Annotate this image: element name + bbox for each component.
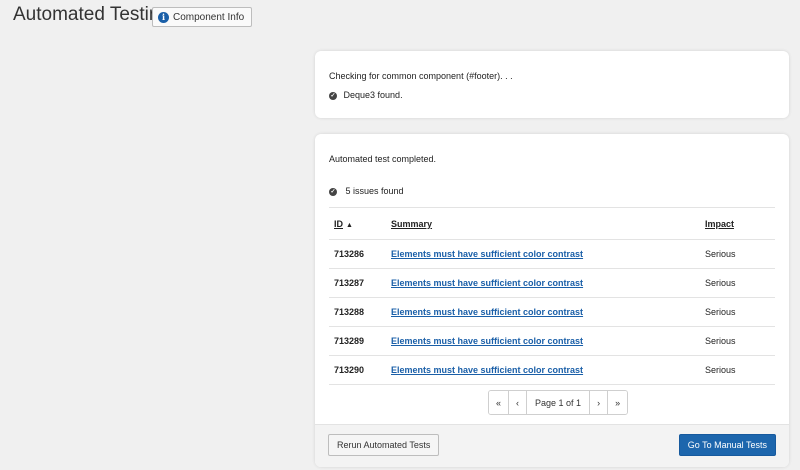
issue-id: 713286: [334, 249, 365, 259]
issue-impact: Serious: [705, 307, 736, 317]
issue-impact: Serious: [705, 365, 736, 375]
rerun-automated-tests-button[interactable]: Rerun Automated Tests: [328, 434, 440, 456]
id-column-label: ID: [334, 218, 343, 229]
issue-summary-link[interactable]: Elements must have sufficient color cont…: [391, 336, 583, 346]
page-indicator: Page 1 of 1: [527, 391, 591, 414]
issue-summary-link[interactable]: Elements must have sufficient color cont…: [391, 365, 583, 375]
issue-impact: Serious: [705, 336, 736, 346]
sort-ascending-icon: ▲: [346, 221, 353, 229]
first-page-button[interactable]: «: [489, 391, 510, 414]
issue-summary-link[interactable]: Elements must have sufficient color cont…: [391, 307, 583, 317]
component-check-card: Checking for common component (#footer).…: [315, 51, 789, 118]
issue-id: 713289: [334, 336, 365, 346]
component-check-result: ✓ Deque3 found.: [329, 90, 403, 100]
issues-table: ID ▲ Summary Impact 713286 Elements must …: [329, 207, 775, 385]
table-row: 713287 Elements must have sufficient col…: [329, 268, 775, 297]
component-check-message: Checking for common component (#footer).…: [329, 71, 513, 81]
table-header: ID ▲ Summary Impact: [329, 207, 775, 239]
info-icon: i: [158, 11, 169, 23]
table-row: 713288 Elements must have sufficient col…: [329, 297, 775, 326]
check-circle-icon: ✓: [329, 91, 337, 100]
issue-id: 713287: [334, 278, 365, 288]
issue-id: 713290: [334, 365, 365, 375]
component-check-result-text: Deque3 found.: [343, 90, 403, 100]
issue-summary-link[interactable]: Elements must have sufficient color cont…: [391, 278, 583, 288]
issue-id: 713288: [334, 307, 365, 317]
next-page-button[interactable]: ›: [590, 391, 609, 414]
component-info-label: Component Info: [173, 11, 245, 23]
issue-impact: Serious: [705, 278, 736, 288]
check-circle-icon: ✓: [329, 187, 337, 196]
results-message: Automated test completed.: [329, 154, 437, 164]
issues-count: 5 issues found: [345, 186, 404, 196]
page-title: Automated Testing: [13, 4, 171, 25]
component-info-button[interactable]: i Component Info: [152, 7, 253, 27]
summary-column-header[interactable]: Summary: [391, 219, 705, 229]
table-row: 713286 Elements must have sufficient col…: [329, 239, 775, 268]
table-row: 713290 Elements must have sufficient col…: [329, 355, 775, 385]
summary-column-label: Summary: [391, 218, 433, 229]
go-to-manual-tests-button[interactable]: Go To Manual Tests: [678, 434, 776, 456]
impact-column-label: Impact: [705, 218, 735, 229]
impact-column-header[interactable]: Impact: [705, 219, 775, 229]
issues-summary: ✓ 5 issues found: [329, 186, 404, 196]
issue-impact: Serious: [705, 249, 736, 259]
pagination: « ‹ Page 1 of 1 › »: [488, 390, 629, 415]
issue-summary-link[interactable]: Elements must have sufficient color cont…: [391, 249, 583, 259]
card-footer: Rerun Automated Tests Go To Manual Tests: [315, 424, 789, 467]
previous-page-button[interactable]: ‹: [509, 391, 528, 414]
automated-results-card: Automated test completed. ✓ 5 issues fou…: [315, 134, 789, 467]
last-page-button[interactable]: »: [608, 391, 628, 414]
table-row: 713289 Elements must have sufficient col…: [329, 326, 775, 355]
id-column-header[interactable]: ID ▲: [329, 219, 391, 229]
